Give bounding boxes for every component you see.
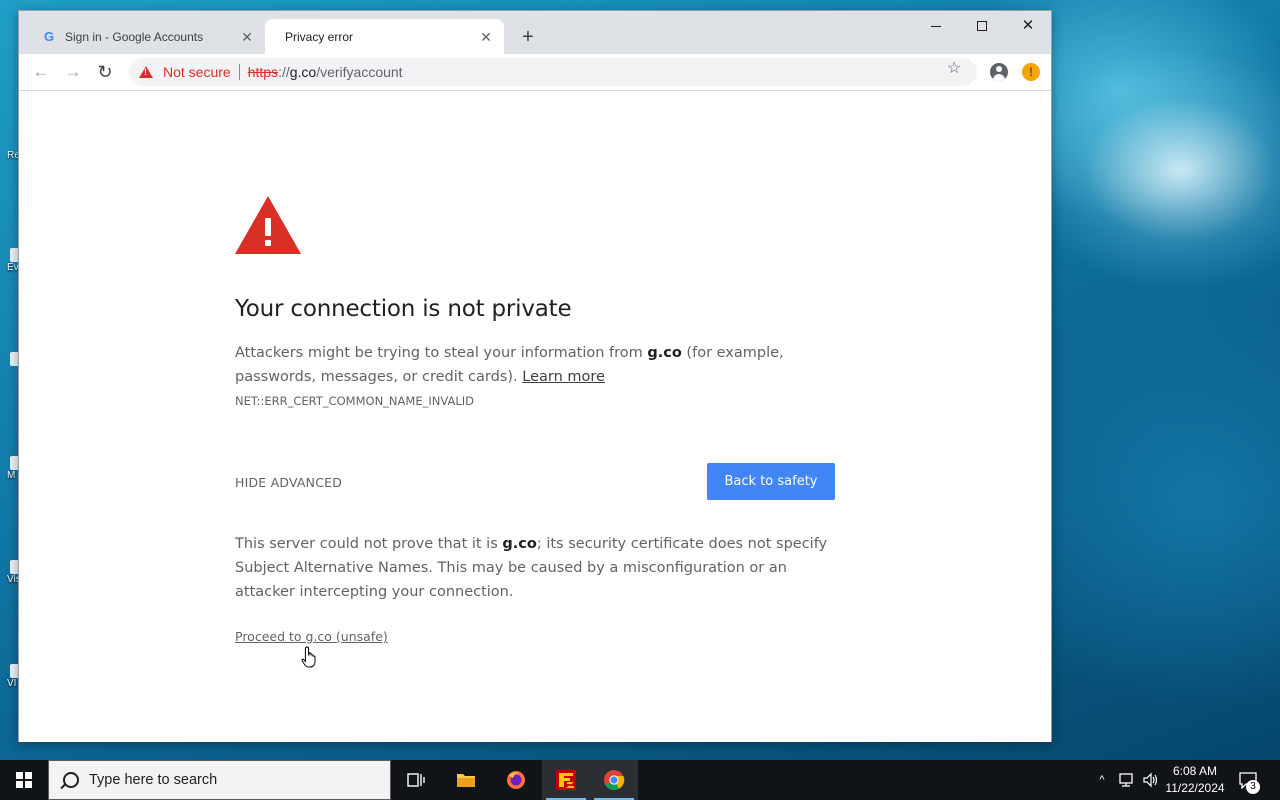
proceed-unsafe-link[interactable]: Proceed to g.co (unsafe) bbox=[235, 629, 388, 644]
minimize-icon bbox=[931, 25, 941, 27]
search-icon bbox=[63, 772, 79, 788]
file-explorer-button[interactable] bbox=[442, 760, 490, 800]
tab-sign-in[interactable]: G Sign in - Google Accounts ✕ bbox=[21, 19, 265, 54]
maximize-icon bbox=[977, 21, 987, 32]
back-to-safety-button[interactable]: Back to safety bbox=[707, 463, 835, 500]
tab-strip: G Sign in - Google Accounts ✕ Privacy er… bbox=[19, 11, 1051, 54]
clock-time: 6:08 AM bbox=[1172, 764, 1218, 778]
clock-date: 11/22/2024 bbox=[1165, 781, 1225, 795]
tab-title: Sign in - Google Accounts bbox=[65, 29, 204, 44]
desktop-icon-label: Vis bbox=[7, 574, 18, 585]
app-icon bbox=[10, 456, 18, 470]
network-icon[interactable] bbox=[1118, 772, 1136, 788]
extension-icon[interactable]: ! bbox=[1022, 63, 1040, 81]
desktop-icon[interactable]: Re bbox=[0, 150, 18, 161]
chevron-up-icon[interactable]: ^ bbox=[1094, 760, 1110, 800]
address-bar[interactable]: Not secure https://g.co/verifyaccount bbox=[129, 58, 977, 86]
exclamation-dot bbox=[265, 240, 271, 246]
message-text: Attackers might be trying to steal your … bbox=[235, 345, 648, 361]
exclamation-bar bbox=[265, 218, 271, 236]
close-icon[interactable]: ✕ bbox=[239, 29, 255, 45]
interstitial-page: Your connection is not private Attackers… bbox=[19, 91, 1051, 742]
hand-cursor-icon bbox=[301, 646, 316, 668]
close-window-button[interactable]: ✕ bbox=[1005, 11, 1051, 41]
start-button[interactable] bbox=[0, 760, 48, 800]
warning-icon[interactable] bbox=[139, 66, 153, 78]
error-code: NET::ERR_CERT_COMMON_NAME_INVALID bbox=[235, 394, 474, 408]
divider bbox=[238, 64, 240, 80]
bookmark-star-icon[interactable]: ☆ bbox=[947, 58, 961, 78]
search-placeholder: Type here to search bbox=[89, 772, 218, 788]
desktop-icon-label: M bbox=[7, 470, 16, 481]
app-icon bbox=[10, 248, 18, 262]
tab-title: Privacy error bbox=[285, 29, 354, 44]
task-view-button[interactable] bbox=[392, 760, 440, 800]
window-controls: ✕ bbox=[913, 11, 1051, 41]
url-path: /verifyaccount bbox=[316, 64, 403, 80]
url-host: g.co bbox=[289, 64, 317, 80]
desktop-icon-label: VI bbox=[7, 678, 17, 689]
warning-triangle-icon bbox=[235, 196, 301, 254]
chrome-button[interactable] bbox=[590, 760, 638, 800]
page-title: Your connection is not private bbox=[235, 296, 572, 322]
notification-count-badge: 3 bbox=[1246, 780, 1260, 794]
profile-avatar-icon[interactable] bbox=[990, 63, 1008, 81]
google-favicon-icon: G bbox=[43, 28, 55, 44]
close-icon[interactable]: ✕ bbox=[478, 29, 494, 45]
chrome-icon bbox=[604, 770, 625, 791]
security-status[interactable]: Not secure bbox=[163, 64, 231, 80]
desktop-icon[interactable]: VI bbox=[0, 664, 18, 689]
app-icon bbox=[10, 352, 18, 366]
host-name: g.co bbox=[502, 536, 537, 552]
new-tab-button[interactable]: + bbox=[517, 26, 539, 48]
taskbar: Type here to search ^ 6:08 AM 11/22/2024… bbox=[0, 760, 1280, 800]
learn-more-link[interactable]: Learn more bbox=[522, 369, 605, 385]
url-separator: :// bbox=[278, 64, 290, 80]
volume-icon[interactable] bbox=[1142, 772, 1160, 788]
desktop-icon[interactable] bbox=[0, 352, 18, 366]
hide-advanced-button[interactable]: HIDE ADVANCED bbox=[235, 475, 342, 490]
app-icon bbox=[10, 560, 18, 574]
reload-icon[interactable]: ↻ bbox=[93, 60, 117, 84]
windows-logo-icon bbox=[16, 772, 32, 788]
tab-privacy-error[interactable]: Privacy error ✕ bbox=[265, 19, 504, 54]
maximize-button[interactable] bbox=[959, 11, 1005, 41]
firefox-icon bbox=[507, 771, 525, 789]
url-scheme: https bbox=[247, 64, 279, 80]
details-text: This server could not prove that it is bbox=[235, 536, 503, 552]
main-message: Attackers might be trying to steal your … bbox=[235, 341, 835, 389]
browser-window: G Sign in - Google Accounts ✕ Privacy er… bbox=[18, 10, 1052, 742]
details-message: This server could not prove that it is g… bbox=[235, 532, 835, 604]
back-arrow-icon[interactable]: ← bbox=[29, 60, 53, 84]
forward-arrow-icon[interactable]: → bbox=[61, 60, 85, 84]
filezilla-button[interactable] bbox=[542, 760, 590, 800]
desktop-icon-label: Re bbox=[7, 150, 18, 161]
desktop-icon[interactable]: Vis bbox=[0, 560, 18, 585]
folder-icon bbox=[457, 774, 475, 787]
desktop-icon[interactable]: M bbox=[0, 456, 18, 481]
firefox-button[interactable] bbox=[492, 760, 540, 800]
minimize-button[interactable] bbox=[913, 11, 959, 41]
desktop-icon-label: Ev bbox=[7, 262, 18, 273]
taskbar-search-box[interactable]: Type here to search bbox=[48, 760, 391, 800]
host-name: g.co bbox=[647, 345, 682, 361]
browser-toolbar: ← → ↻ Not secure https://g.co/verifyacco… bbox=[19, 54, 1051, 91]
system-clock[interactable]: 6:08 AM 11/22/2024 bbox=[1160, 763, 1230, 797]
task-view-icon bbox=[407, 773, 425, 787]
desktop-icon[interactable]: Ev bbox=[0, 248, 18, 273]
app-icon bbox=[10, 664, 18, 678]
filezilla-icon bbox=[556, 770, 576, 790]
